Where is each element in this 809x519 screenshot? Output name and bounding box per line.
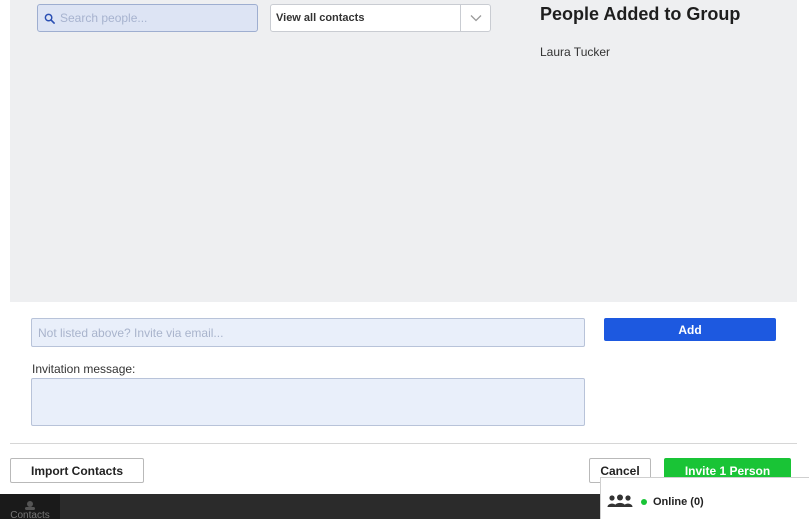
invite-people-dialog: View all contacts People Added to Group … bbox=[0, 0, 809, 519]
search-field[interactable] bbox=[37, 4, 258, 32]
invite-email-input[interactable] bbox=[31, 318, 585, 347]
contacts-filter-select[interactable]: View all contacts bbox=[270, 4, 491, 32]
footer-divider bbox=[10, 443, 797, 444]
online-count-label: Online (0) bbox=[653, 495, 704, 508]
group-member: Laura Tucker bbox=[540, 45, 611, 59]
group-title: People Added to Group bbox=[540, 4, 741, 24]
invitation-message-label: Invitation message: bbox=[32, 362, 136, 376]
people-icon bbox=[607, 494, 633, 507]
invitation-message-field[interactable] bbox=[31, 378, 585, 426]
import-contacts-button[interactable]: Import Contacts bbox=[10, 458, 144, 483]
contacts-results-panel bbox=[10, 0, 797, 302]
add-button[interactable]: Add bbox=[604, 318, 776, 341]
contacts-tab[interactable]: Contacts bbox=[0, 494, 60, 519]
chevron-down-icon bbox=[470, 15, 481, 22]
online-status-panel[interactable]: Online (0) bbox=[600, 477, 809, 519]
search-icon bbox=[44, 13, 55, 24]
contacts-icon bbox=[25, 501, 35, 510]
filter-selected-value: View all contacts bbox=[276, 12, 365, 24]
search-input[interactable] bbox=[60, 11, 250, 25]
online-status-dot bbox=[641, 498, 647, 505]
contacts-tab-label: Contacts bbox=[10, 510, 50, 519]
filter-dropdown-toggle[interactable] bbox=[460, 5, 490, 31]
